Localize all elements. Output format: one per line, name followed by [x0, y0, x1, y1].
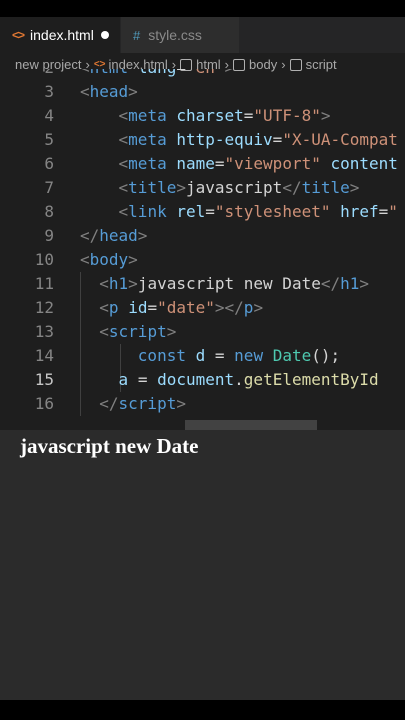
- code-text: <script>: [99, 322, 177, 341]
- code-line[interactable]: 9 </head>: [0, 224, 405, 248]
- line-number: 16: [34, 394, 54, 413]
- horizontal-scrollbar-thumb[interactable]: [185, 420, 317, 430]
- html-file-icon: <>: [12, 28, 25, 42]
- line-number: 9: [44, 226, 54, 245]
- code-line[interactable]: 15 a = document.getElementById: [0, 368, 405, 392]
- line-number: 10: [34, 250, 54, 269]
- code-text: a = document.getElementById: [99, 370, 379, 389]
- line-number: 4: [44, 106, 54, 125]
- top-black-bar: [0, 0, 405, 17]
- code-line[interactable]: 8 <link rel="stylesheet" href=": [0, 200, 405, 224]
- unsaved-dot-icon[interactable]: [101, 31, 109, 39]
- code-text: <html lang="en">: [80, 69, 234, 80]
- browser-preview: javascript new Date: [0, 430, 405, 700]
- line-number: 12: [34, 298, 54, 317]
- code-text: <title>javascript</title>: [118, 178, 360, 197]
- editor-tab-bar: <> index.html # style.css: [0, 17, 405, 53]
- line-number: 3: [44, 82, 54, 101]
- code-line[interactable]: 6 <meta name="viewport" content: [0, 152, 405, 176]
- line-number: 15: [34, 370, 54, 389]
- code-line[interactable]: 10 <body>: [0, 248, 405, 272]
- preview-heading: javascript new Date: [20, 434, 199, 458]
- line-number: 7: [44, 178, 54, 197]
- css-file-icon: #: [133, 27, 141, 43]
- code-line[interactable]: 12 <p id="date"></p>: [0, 296, 405, 320]
- code-text: </script>: [99, 394, 186, 413]
- tab-index-html[interactable]: <> index.html: [0, 17, 120, 53]
- code-line[interactable]: 3 <head>: [0, 80, 405, 104]
- code-line[interactable]: 7 <title>javascript</title>: [0, 176, 405, 200]
- line-number: 11: [34, 274, 54, 293]
- code-editor: <> index.html # style.css new project › …: [0, 17, 405, 430]
- code-line[interactable]: 2 <html lang="en">: [0, 69, 405, 80]
- html-file-icon: <>: [93, 58, 106, 70]
- code-text: <head>: [80, 82, 138, 101]
- code-line[interactable]: 16 </script>: [0, 392, 405, 416]
- code-text: <h1>javascript new Date</h1>: [99, 274, 370, 293]
- bottom-black-bar: [0, 700, 405, 720]
- code-text: <meta name="viewport" content: [118, 154, 398, 173]
- code-line[interactable]: 14 const d = new Date();: [0, 344, 405, 368]
- line-number: 5: [44, 130, 54, 149]
- code-text: <meta http-equiv="X-UA-Compat: [118, 130, 398, 149]
- code-line[interactable]: 13 <script>: [0, 320, 405, 344]
- line-number: 8: [44, 202, 54, 221]
- tab-label: style.css: [148, 27, 202, 43]
- line-number: 2: [0, 69, 54, 80]
- line-number: 6: [44, 154, 54, 173]
- line-number: 13: [34, 322, 54, 341]
- code-text: <meta charset="UTF-8">: [118, 106, 331, 125]
- code-line[interactable]: 11 <h1>javascript new Date</h1>: [0, 272, 405, 296]
- code-text: </head>: [80, 226, 148, 245]
- code-text: <body>: [80, 250, 138, 269]
- tab-style-css[interactable]: # style.css: [121, 17, 239, 53]
- tab-label: index.html: [30, 27, 94, 43]
- code-text: const d = new Date();: [137, 346, 341, 365]
- code-area[interactable]: 2 <html lang="en"> 3 <head> 4 <meta charset=…: [0, 69, 405, 430]
- code-text: <p id="date"></p>: [99, 298, 264, 317]
- line-number: 14: [34, 346, 54, 365]
- code-text: <link rel="stylesheet" href=": [118, 202, 398, 221]
- code-line[interactable]: 5 <meta http-equiv="X-UA-Compat: [0, 128, 405, 152]
- code-line[interactable]: 4 <meta charset="UTF-8">: [0, 104, 405, 128]
